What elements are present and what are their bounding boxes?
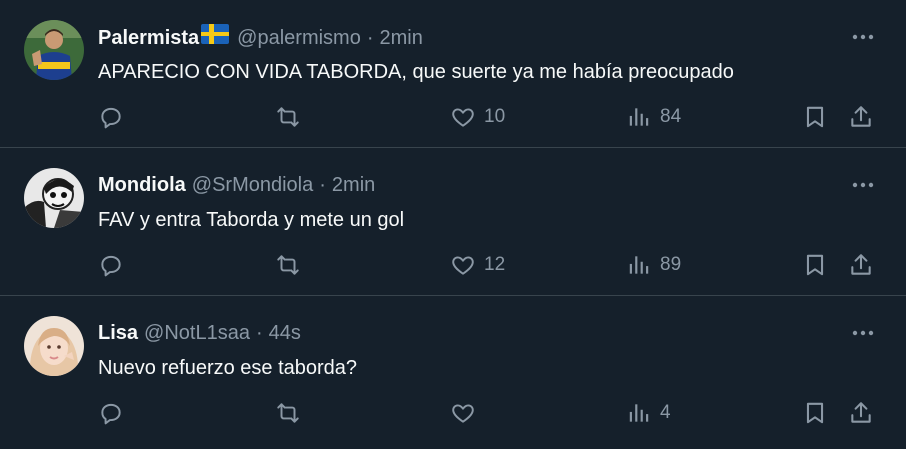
views-button[interactable]: 4 (626, 400, 671, 426)
retweet-icon (277, 255, 299, 275)
retweet-button[interactable] (274, 104, 302, 130)
share-icon (851, 254, 871, 275)
tweet[interactable]: Mondiola @SrMondiola · 2min FAV y entra … (0, 148, 906, 296)
views-button[interactable]: 89 (626, 252, 681, 278)
bookmark-icon (806, 402, 824, 424)
more-icon[interactable] (850, 26, 876, 48)
display-name[interactable]: Palermista (98, 25, 199, 51)
separator-dot: · (255, 322, 263, 344)
views-button[interactable]: 84 (626, 104, 681, 130)
view-count: 89 (660, 254, 682, 275)
action-bar: 12 89 (0, 252, 906, 282)
handle[interactable]: @SrMondiola (192, 172, 313, 198)
more-icon[interactable] (850, 174, 876, 196)
tweet[interactable]: Palermista @palermismo · 2min APARECIO C… (0, 0, 906, 148)
separator-dot: · (366, 26, 374, 49)
bookmark-button[interactable] (802, 400, 828, 426)
like-count: 12 (484, 254, 506, 275)
tweet-text: Nuevo refuerzo ese taborda? (98, 357, 358, 379)
share-icon (851, 402, 871, 423)
handle[interactable]: @NotL1saa (144, 320, 250, 346)
like-button[interactable]: 10 (450, 104, 505, 130)
timestamp[interactable]: 2min (380, 25, 423, 51)
views-icon (629, 404, 649, 422)
display-name[interactable]: Mondiola (98, 172, 186, 198)
tweet-header: Mondiola @SrMondiola · 2min (98, 172, 375, 198)
avatar[interactable] (24, 316, 84, 376)
tweet[interactable]: Lisa @NotL1saa · 44s Nuevo refuerzo ese … (0, 296, 906, 444)
like-icon (452, 108, 474, 127)
reply-button[interactable] (98, 400, 124, 426)
share-icon (851, 106, 871, 127)
tweet-text: APARECIO CON VIDA TABORDA, que suerte ya… (98, 61, 734, 83)
reply-icon (101, 107, 121, 129)
views-icon (629, 256, 649, 274)
tweet-header: Palermista @palermismo · 2min (98, 24, 423, 51)
reply-icon (101, 403, 121, 425)
tweet-text: FAV y entra Taborda y mete un gol (98, 209, 405, 231)
more-icon[interactable] (850, 322, 876, 344)
avatar[interactable] (24, 20, 84, 80)
avatar[interactable] (24, 168, 84, 228)
display-name[interactable]: Lisa (98, 320, 138, 346)
handle[interactable]: @palermismo (237, 25, 361, 51)
like-button[interactable]: 12 (450, 252, 505, 278)
reply-button[interactable] (98, 252, 124, 278)
sweden-flag-icon (201, 24, 230, 51)
bookmark-icon (806, 106, 824, 128)
retweet-button[interactable] (274, 400, 302, 426)
bookmark-button[interactable] (802, 252, 828, 278)
view-count: 84 (660, 106, 682, 127)
separator-dot: · (319, 174, 326, 196)
share-button[interactable] (848, 252, 874, 278)
like-count: 10 (484, 106, 506, 127)
like-icon (452, 256, 474, 275)
bookmark-button[interactable] (802, 104, 828, 130)
reply-button[interactable] (98, 104, 124, 130)
retweet-button[interactable] (274, 252, 302, 278)
share-button[interactable] (848, 104, 874, 130)
reply-icon (101, 255, 121, 277)
action-bar: 4 (0, 400, 906, 430)
like-button[interactable] (450, 400, 484, 426)
like-icon (452, 404, 474, 423)
retweet-icon (277, 107, 299, 127)
retweet-icon (277, 403, 299, 423)
bookmark-icon (806, 254, 824, 276)
tweet-feed: Palermista @palermismo · 2min APARECIO C… (0, 0, 906, 444)
share-button[interactable] (848, 400, 874, 426)
view-count: 4 (660, 402, 671, 423)
timestamp[interactable]: 44s (269, 320, 301, 346)
timestamp[interactable]: 2min (332, 172, 375, 198)
tweet-header: Lisa @NotL1saa · 44s (98, 320, 301, 346)
action-bar: 10 84 (0, 104, 906, 134)
views-icon (629, 108, 649, 126)
